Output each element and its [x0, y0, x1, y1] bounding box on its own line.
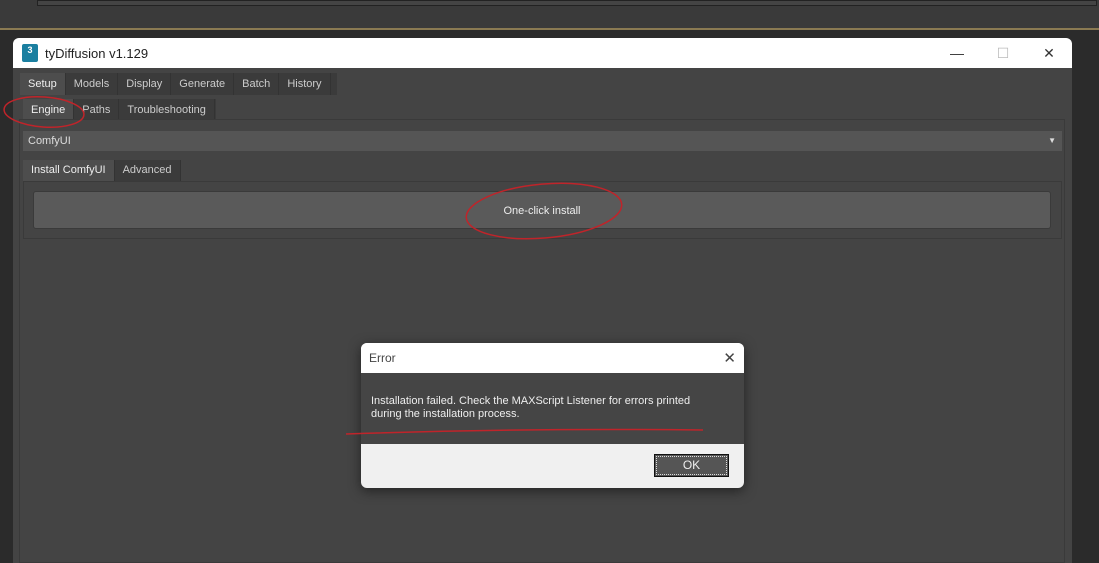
dialog-title: Error: [361, 343, 744, 373]
engine-tabs: Install ComfyUI Advanced: [23, 160, 181, 181]
error-dialog: Error ✕ Installation failed. Check the M…: [361, 343, 744, 488]
tab-paths[interactable]: Paths: [74, 99, 120, 121]
tab-advanced[interactable]: Advanced: [115, 160, 181, 181]
engine-select[interactable]: ComfyUI ▼: [23, 131, 1062, 151]
engine-select-value: ComfyUI: [28, 135, 71, 147]
tab-models[interactable]: Models: [66, 73, 119, 95]
tab-install-comfyui[interactable]: Install ComfyUI: [23, 160, 115, 181]
dialog-message: Installation failed. Check the MAXScript…: [361, 373, 744, 444]
tab-history[interactable]: History: [279, 73, 331, 95]
ok-button[interactable]: OK: [654, 454, 729, 477]
minimize-icon[interactable]: —: [934, 38, 980, 68]
maximize-icon[interactable]: ☐: [980, 38, 1026, 68]
setup-sub-tabs: Engine Paths Troubleshooting: [23, 99, 216, 121]
tab-engine[interactable]: Engine: [23, 99, 75, 121]
host-toolbar-segment: [37, 0, 1097, 6]
app-icon: 3: [22, 44, 38, 62]
close-icon[interactable]: ✕: [1026, 38, 1072, 68]
tab-troubleshooting[interactable]: Troubleshooting: [119, 99, 215, 121]
dialog-close-icon[interactable]: ✕: [723, 349, 736, 367]
tab-setup[interactable]: Setup: [20, 73, 66, 95]
tab-display[interactable]: Display: [118, 73, 172, 95]
window-title: tyDiffusion v1.129: [45, 45, 149, 61]
dialog-message-line2: during the installation process.: [371, 408, 520, 420]
host-app-toolbar: [0, 0, 1099, 30]
dialog-message-line1: Installation failed. Check the MAXScript…: [371, 395, 691, 407]
tab-batch[interactable]: Batch: [234, 73, 280, 95]
title-bar: 3 tyDiffusion v1.129 — ☐ ✕: [13, 38, 1072, 68]
one-click-install-button[interactable]: One-click install: [33, 191, 1051, 229]
dropdown-arrow-icon: ▼: [1048, 136, 1056, 145]
tab-generate[interactable]: Generate: [171, 73, 235, 95]
main-tabs: Setup Models Display Generate Batch Hist…: [20, 73, 337, 95]
